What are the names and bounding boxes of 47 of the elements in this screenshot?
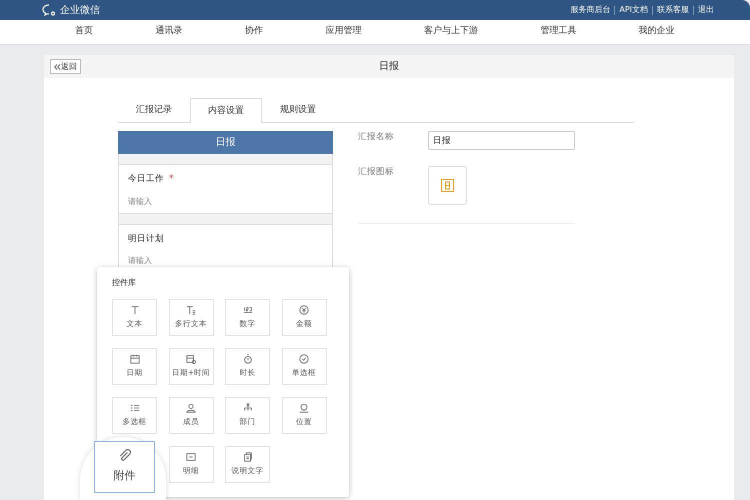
coin-icon [299, 305, 309, 316]
popup-title: 控件库 [112, 277, 137, 289]
nav-link[interactable]: 通讯录 [156, 25, 183, 39]
name-input[interactable]: 日报 [428, 131, 575, 150]
calendar-clock-icon [186, 354, 196, 364]
nav-link[interactable]: 应用管理 [325, 25, 362, 39]
calendar-icon [130, 354, 140, 364]
required-asterisk: * [169, 173, 174, 186]
field-label: 汇报图标 [358, 166, 395, 179]
header-link[interactable]: API文档 [619, 4, 648, 16]
digits-icon [242, 305, 252, 316]
stopwatch-icon [242, 354, 252, 364]
widget-tile[interactable]: 附件 [94, 441, 155, 493]
nav-link[interactable]: 我的企业 [638, 25, 675, 39]
tab[interactable]: 规则设置 [262, 98, 334, 122]
check-circle-icon [299, 354, 309, 364]
placeholder-text: 请输入 [128, 196, 153, 208]
map-pin-icon [299, 403, 309, 414]
table-icon [186, 452, 196, 462]
org-chart-icon [242, 403, 252, 414]
header-link[interactable]: 联系客服 [657, 4, 689, 16]
field-label: 今日工作 [128, 173, 164, 186]
placeholder-text: 请输入 [128, 254, 153, 267]
nav-link[interactable]: 协作 [245, 25, 264, 39]
person-icon [186, 403, 196, 414]
tab[interactable]: 内容设置 [190, 98, 262, 123]
header-link[interactable]: 服务商后台 [570, 4, 610, 16]
brand-name: 企业微信 [60, 4, 100, 18]
page-title: 日报 [379, 60, 399, 74]
double-chevron-icon [54, 64, 61, 70]
chat-bubble-icon [42, 4, 56, 16]
form-title-bar: 日报 [118, 131, 333, 154]
nav-link[interactable]: 首页 [75, 25, 94, 39]
back-button[interactable]: 返回 [50, 59, 81, 74]
letter-icon [186, 305, 196, 316]
tab[interactable]: 汇报记录 [118, 98, 190, 122]
letter-icon [130, 305, 140, 316]
paperclip-icon [118, 449, 132, 464]
calendar-day-icon [441, 179, 454, 192]
nav-link[interactable]: 客户与上下游 [424, 25, 478, 39]
icon-picker[interactable] [428, 166, 467, 205]
nav-link[interactable]: 管理工具 [540, 25, 576, 39]
list-icon [130, 403, 140, 414]
field-label: 汇报名称 [358, 131, 395, 144]
document-icon [242, 452, 252, 462]
field-label: 明日计划 [128, 233, 164, 246]
header-link[interactable]: 退出 [698, 4, 714, 16]
